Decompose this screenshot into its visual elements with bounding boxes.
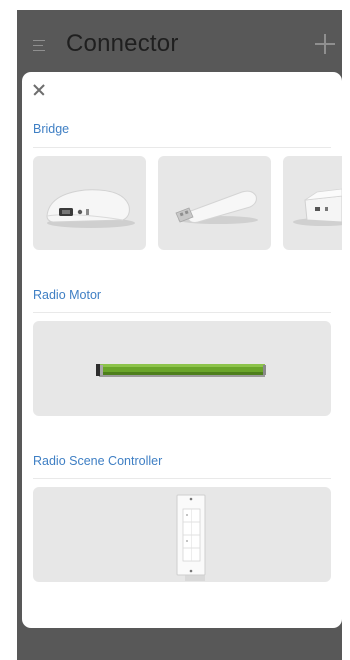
screen-edge-left (0, 10, 17, 660)
bridge-card-1[interactable] (33, 156, 146, 250)
bridge-device-icon (293, 188, 342, 226)
section-label-radio-scene-controller: Radio Scene Controller (33, 454, 163, 468)
tubular-motor-icon (96, 364, 266, 377)
page-title: Connector (66, 30, 179, 57)
status-bar (0, 0, 350, 10)
app-header: Connector (17, 10, 342, 72)
section-label-bridge: Bridge (33, 122, 70, 136)
plus-icon[interactable] (315, 34, 335, 54)
section-divider (33, 478, 331, 479)
bridge-device-icon (46, 189, 135, 228)
bridge-card-3[interactable] (283, 156, 342, 250)
wall-switch-icon (176, 494, 206, 581)
screen-edge-right (342, 10, 350, 660)
section-divider (33, 147, 331, 148)
radio-motor-card[interactable] (33, 321, 331, 416)
radio-scene-controller-card[interactable] (33, 487, 331, 582)
bridge-card-2[interactable] (158, 156, 271, 250)
usb-stick-icon (175, 190, 258, 224)
close-icon[interactable] (31, 82, 47, 98)
bottom-navigation-dimmed (17, 628, 342, 660)
add-device-sheet: Bridge Radio Motor Radio Scene Controlle… (22, 72, 342, 628)
section-label-radio-motor: Radio Motor (33, 288, 102, 302)
section-divider (33, 312, 331, 313)
menu-icon[interactable] (33, 40, 47, 52)
